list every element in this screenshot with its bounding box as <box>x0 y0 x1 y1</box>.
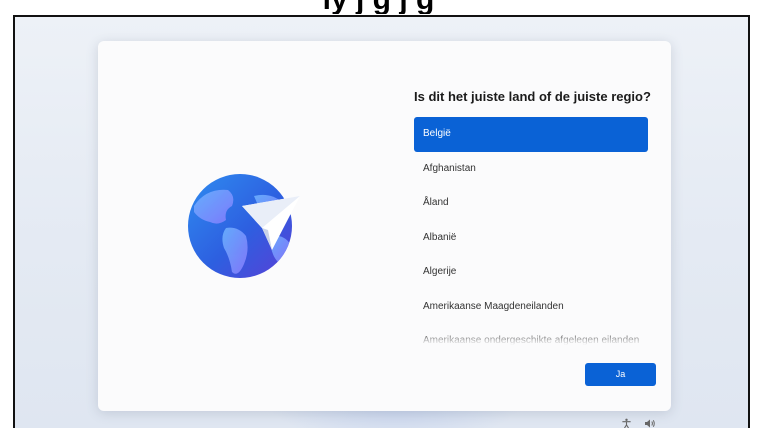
system-tray <box>620 417 656 428</box>
page-title: Is dit het juiste land of de juiste regi… <box>414 89 651 104</box>
list-item-belgie[interactable]: België <box>414 117 648 152</box>
setup-card: Is dit het juiste land of de juiste regi… <box>98 41 671 411</box>
list-item-aland[interactable]: Åland <box>414 186 648 221</box>
list-item-albanie[interactable]: Albanië <box>414 221 648 256</box>
list-item-amerikaanse-maagdeneilanden[interactable]: Amerikaanse Maagdeneilanden <box>414 290 648 325</box>
oobe-screen: Is dit het juiste land of de juiste regi… <box>13 15 750 428</box>
cropped-caption: ly j g j g <box>0 0 757 14</box>
volume-icon[interactable] <box>644 418 656 428</box>
region-list[interactable]: België Afghanistan Åland Albanië Algerij… <box>414 117 648 345</box>
confirm-button[interactable]: Ja <box>585 363 656 386</box>
list-item-algerije[interactable]: Algerije <box>414 255 648 290</box>
list-item-afghanistan[interactable]: Afghanistan <box>414 152 648 187</box>
accessibility-icon[interactable] <box>620 418 632 428</box>
screenshot-frame: ly j g j g <box>0 0 757 428</box>
globe-with-paper-plane-icon <box>184 166 304 286</box>
list-scroll-fade <box>414 331 648 345</box>
